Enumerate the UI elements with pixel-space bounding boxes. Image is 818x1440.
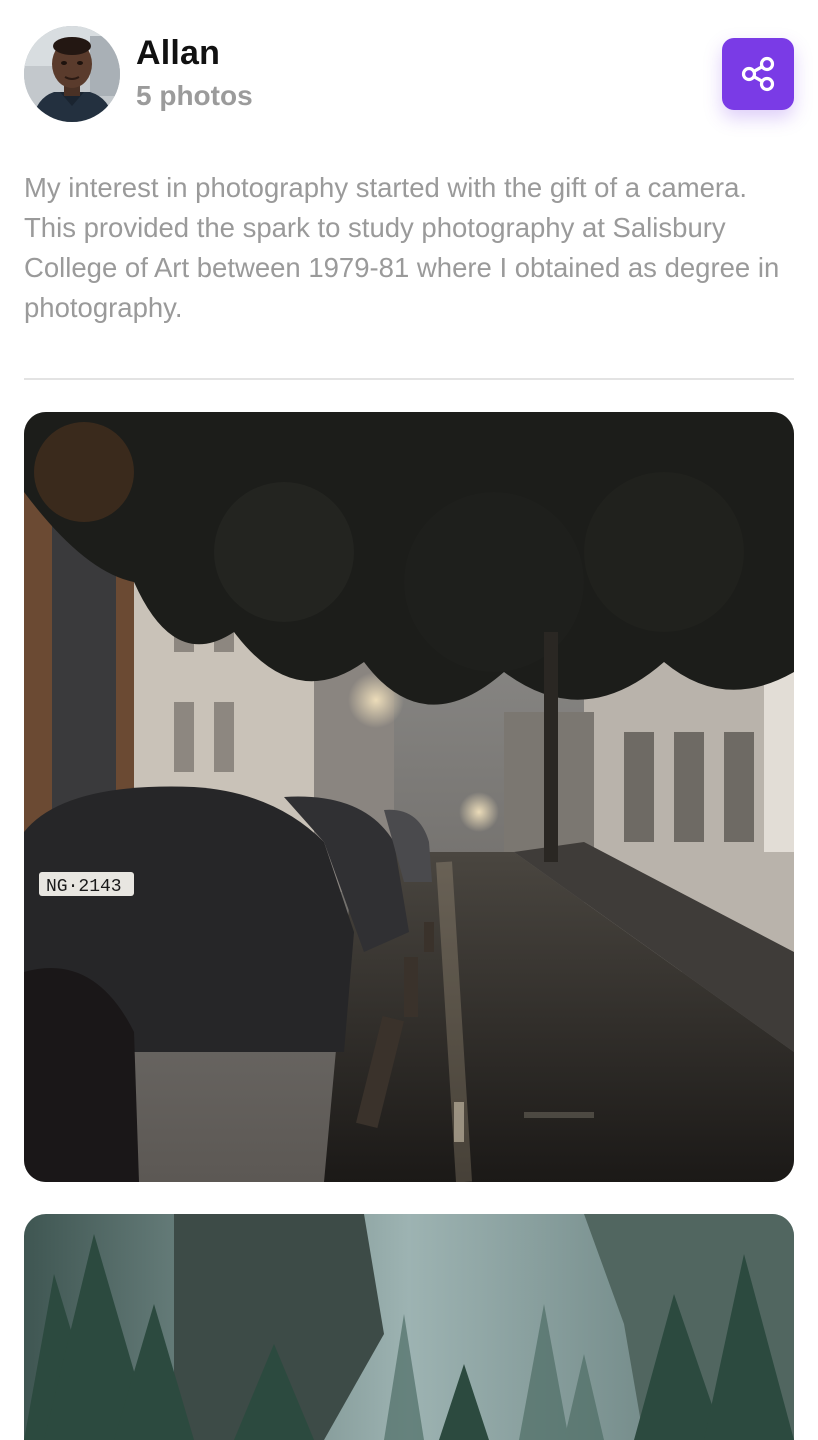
- profile-page: Allan 5 photos My interest in photograph…: [0, 0, 818, 1440]
- street-photo-image: NG·2143: [24, 412, 794, 1182]
- user-name: Allan: [136, 34, 221, 72]
- divider: [24, 378, 794, 380]
- photo-count: 5 photos: [136, 80, 253, 111]
- forest-photo-image: [24, 1214, 794, 1440]
- avatar-portrait-icon: [24, 26, 120, 122]
- gallery-photo[interactable]: NG·2143: [24, 412, 794, 1182]
- share-button[interactable]: [722, 38, 794, 110]
- license-plate-text: NG·2143: [46, 877, 122, 897]
- profile-header: Allan 5 photos: [24, 26, 794, 122]
- avatar[interactable]: [24, 26, 120, 122]
- share-icon: [741, 56, 775, 92]
- gallery-photo[interactable]: [24, 1214, 794, 1440]
- profile-bio: My interest in photography started with …: [24, 172, 780, 323]
